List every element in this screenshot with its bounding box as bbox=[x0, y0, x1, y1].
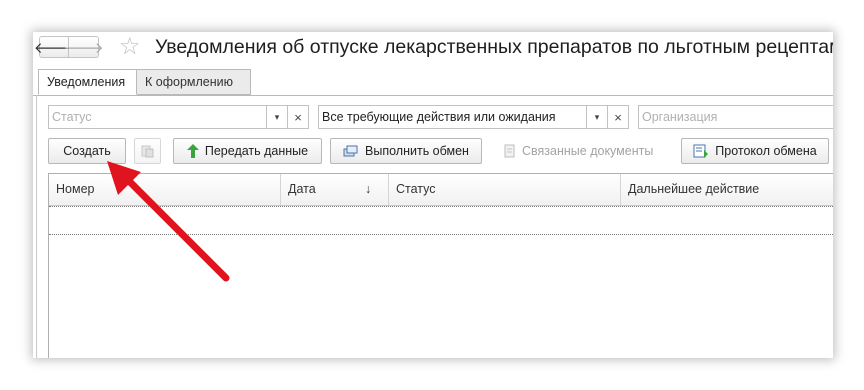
annotation-arrow bbox=[107, 161, 230, 282]
